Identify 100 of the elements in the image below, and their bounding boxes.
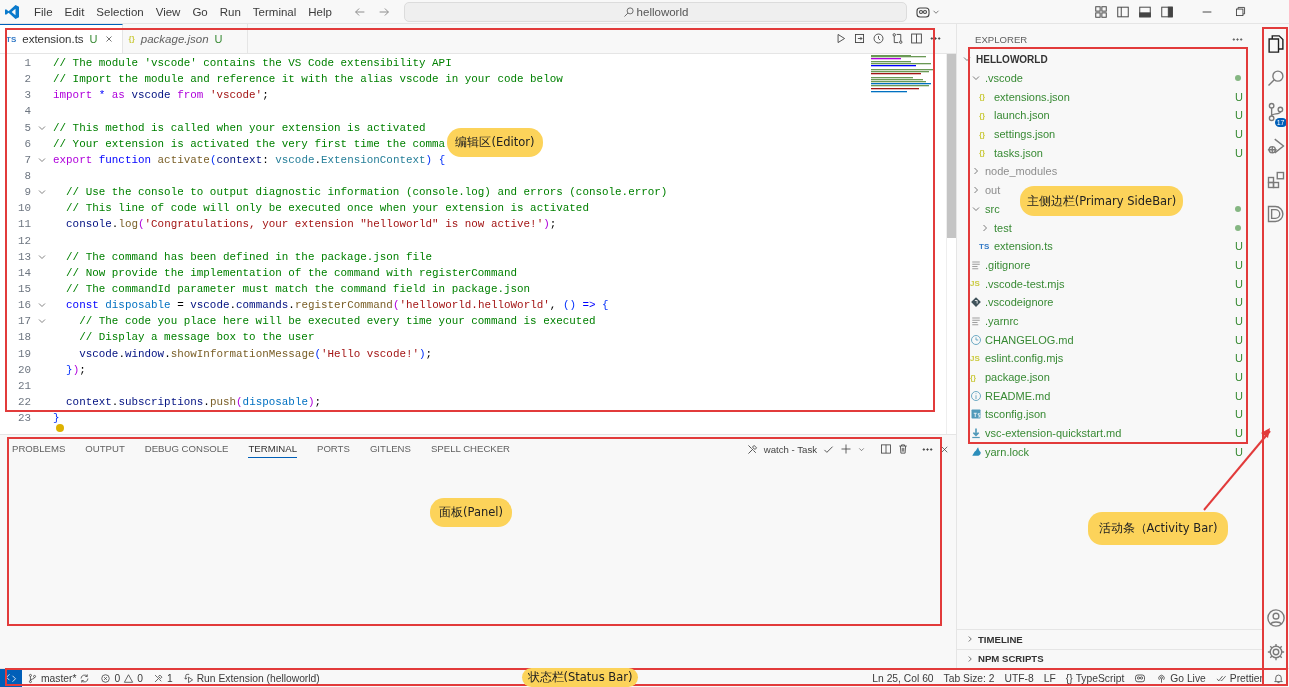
file-name[interactable]: .vscodeignore bbox=[985, 296, 1054, 309]
extensions-icon[interactable] bbox=[1265, 170, 1286, 190]
panel-toggle-icon[interactable] bbox=[1138, 4, 1152, 19]
braces-glyph: {} bbox=[1065, 672, 1073, 684]
panel-tab[interactable]: DEBUG CONSOLE bbox=[144, 440, 229, 458]
settings-icon[interactable] bbox=[1265, 642, 1286, 662]
code-line: } bbox=[53, 412, 60, 425]
broadcast-icon[interactable] bbox=[1156, 672, 1168, 684]
file-name[interactable]: vsc-extension-quickstart.md bbox=[985, 427, 1122, 440]
file-name[interactable]: settings.json bbox=[994, 128, 1056, 141]
git-status: U bbox=[1235, 296, 1243, 309]
scrollbar-thumb[interactable] bbox=[947, 54, 956, 238]
tools-icon[interactable] bbox=[745, 442, 759, 456]
git-status: U bbox=[1235, 258, 1243, 271]
status-item[interactable]: LF bbox=[1043, 672, 1056, 684]
file-name[interactable]: CHANGELOG.md bbox=[985, 333, 1074, 346]
prettier-item[interactable]: Prettier bbox=[1229, 672, 1263, 684]
command-center[interactable]: helloworld bbox=[404, 1, 907, 22]
split-editor-icon[interactable] bbox=[910, 32, 923, 45]
goggles-icon[interactable] bbox=[1134, 672, 1147, 684]
menu-item[interactable]: Go bbox=[186, 3, 214, 20]
sync-icon[interactable] bbox=[79, 672, 91, 684]
ports-count[interactable]: 1 bbox=[166, 672, 173, 684]
secondary-sidebar-icon[interactable] bbox=[1160, 4, 1174, 19]
run-debug-icon[interactable] bbox=[1265, 136, 1286, 156]
panel-tab[interactable]: PROBLEMS bbox=[12, 440, 66, 458]
file-name[interactable]: .vscode-test.mjs bbox=[985, 277, 1065, 290]
line-number: 21 bbox=[16, 379, 31, 392]
diamond-icon bbox=[970, 296, 982, 309]
sidebar-toggle-icon[interactable] bbox=[1116, 4, 1130, 19]
file-name[interactable]: eslint.config.mjs bbox=[985, 352, 1064, 365]
error-count[interactable]: 0 bbox=[114, 672, 121, 684]
file-name[interactable]: tasks.json bbox=[994, 146, 1043, 159]
file-name[interactable]: extension.ts bbox=[994, 240, 1053, 253]
editor-tab[interactable]: TS extension.ts U bbox=[0, 24, 123, 53]
line-number: 10 bbox=[16, 202, 31, 215]
panel-tab[interactable]: SPELL CHECKER bbox=[430, 440, 511, 458]
menu-item[interactable]: Edit bbox=[58, 3, 91, 20]
branch-name[interactable]: master* bbox=[41, 672, 77, 684]
run-extension-icon[interactable] bbox=[182, 672, 194, 684]
menu-item[interactable]: Help bbox=[302, 3, 338, 20]
folder-header[interactable]: HELLOWORLD bbox=[976, 53, 1048, 65]
restore-icon[interactable] bbox=[1234, 5, 1247, 18]
plus-icon[interactable] bbox=[840, 443, 852, 455]
section-header[interactable]: TIMELINE bbox=[978, 633, 1023, 645]
line-number: 15 bbox=[16, 283, 31, 296]
tools-icon[interactable] bbox=[152, 672, 164, 684]
go-live-item[interactable]: Go Live bbox=[1170, 672, 1206, 684]
folder-name[interactable]: test bbox=[994, 221, 1012, 234]
layout-grid-icon[interactable] bbox=[1094, 4, 1108, 19]
error-icon[interactable] bbox=[100, 672, 112, 684]
file-name[interactable]: tsconfig.json bbox=[985, 408, 1047, 421]
code-line: context.subscriptions.push(disposable); bbox=[66, 396, 322, 408]
file-name[interactable]: .yarnrc bbox=[985, 314, 1019, 327]
terminal-selector[interactable]: watch - Task bbox=[763, 443, 817, 455]
d-shape-icon[interactable] bbox=[1265, 204, 1286, 224]
compare-icon[interactable] bbox=[891, 32, 904, 45]
panel-tab[interactable]: GITLENS bbox=[369, 440, 411, 458]
line-number: 2 bbox=[23, 73, 31, 86]
menu-item[interactable]: View bbox=[149, 3, 187, 20]
warning-icon[interactable] bbox=[123, 672, 135, 684]
panel-tab[interactable]: TERMINAL bbox=[248, 440, 297, 458]
warning-count[interactable]: 0 bbox=[137, 672, 143, 684]
status-item[interactable]: Tab Size: 2 bbox=[943, 672, 995, 684]
bell-icon[interactable] bbox=[1273, 672, 1284, 684]
branch-icon[interactable] bbox=[27, 672, 38, 684]
run-icon[interactable] bbox=[834, 32, 847, 45]
open-changes-icon[interactable] bbox=[853, 32, 866, 45]
files-icon[interactable] bbox=[1265, 34, 1286, 54]
panel-tab[interactable]: OUTPUT bbox=[85, 440, 125, 458]
file-name[interactable]: launch.json bbox=[994, 109, 1050, 122]
code-line: // Now provide the implementation of the command with registerCommand bbox=[66, 266, 518, 279]
menu-item[interactable]: Terminal bbox=[246, 3, 303, 20]
file-name[interactable]: README.md bbox=[985, 389, 1051, 402]
account-icon[interactable] bbox=[1265, 608, 1286, 628]
status-item[interactable]: Ln 25, Col 60 bbox=[872, 672, 934, 684]
panel-tab[interactable]: PORTS bbox=[317, 440, 350, 458]
section-header[interactable]: NPM SCRIPTS bbox=[978, 653, 1044, 665]
split-icon[interactable] bbox=[880, 443, 892, 455]
file-name[interactable]: .gitignore bbox=[985, 258, 1031, 271]
file-type-label: JS bbox=[970, 353, 980, 363]
file-name[interactable]: yarn.lock bbox=[985, 445, 1030, 458]
status-item[interactable]: UTF-8 bbox=[1004, 672, 1034, 684]
callout-label: 状态栏(Status Bar) bbox=[522, 668, 638, 687]
editor-tab[interactable]: {} package.json U bbox=[122, 24, 248, 53]
file-type-label: {} bbox=[970, 372, 977, 382]
search-icon[interactable] bbox=[1265, 68, 1286, 88]
file-name[interactable]: package.json bbox=[985, 371, 1050, 384]
folder-name[interactable]: .vscode bbox=[985, 72, 1023, 85]
history-icon[interactable] bbox=[872, 32, 885, 45]
folder-name[interactable]: src bbox=[985, 202, 1000, 215]
close-icon[interactable] bbox=[103, 34, 114, 44]
debug-config[interactable]: Run Extension (helloworld) bbox=[196, 672, 320, 684]
menu-item[interactable]: Selection bbox=[90, 3, 150, 20]
language-mode[interactable]: TypeScript bbox=[1075, 672, 1125, 684]
file-name[interactable]: extensions.json bbox=[994, 90, 1070, 103]
git-status: U bbox=[1235, 408, 1243, 421]
menu-item[interactable]: Run bbox=[213, 3, 247, 20]
menu-item[interactable]: File bbox=[28, 3, 59, 20]
trash-icon[interactable] bbox=[897, 443, 909, 455]
